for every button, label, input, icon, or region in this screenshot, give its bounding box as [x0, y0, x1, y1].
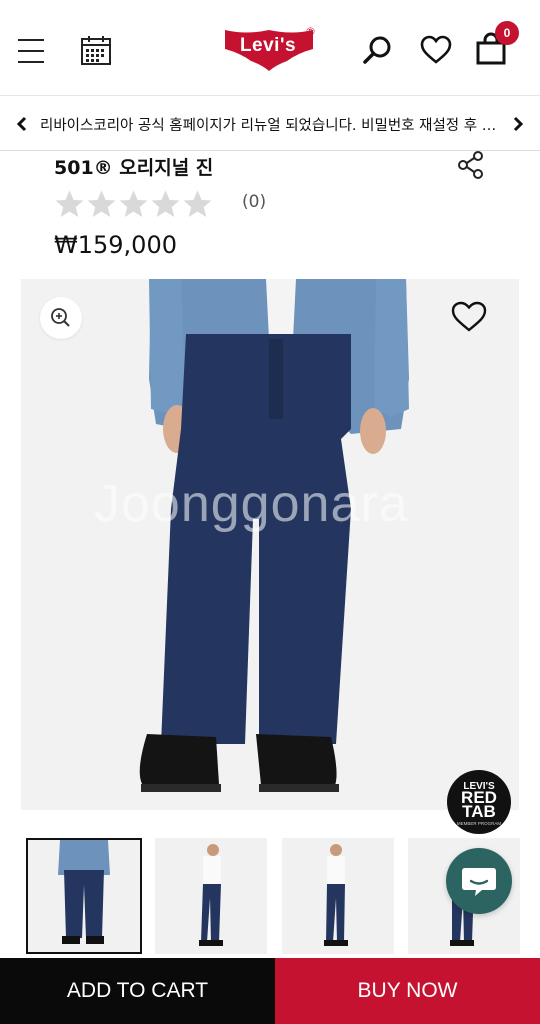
star-icon	[183, 190, 212, 217]
cart-count-badge[interactable]: 0	[495, 21, 519, 45]
hamburger-menu-icon[interactable]	[18, 38, 44, 64]
thumbnail-image	[155, 838, 267, 954]
product-price: ₩159,000	[54, 231, 177, 259]
chevron-left-icon[interactable]	[14, 115, 30, 133]
zoom-in-icon	[51, 308, 70, 327]
thumbnail-front[interactable]	[26, 838, 142, 954]
star-icon	[119, 190, 148, 217]
badge-line3: TAB	[462, 802, 496, 821]
thumbnail-side-2[interactable]	[282, 838, 394, 954]
site-header: Levi's ® 0	[0, 0, 540, 96]
badge-line4: MEMBER PROGRAM	[456, 821, 502, 826]
add-to-cart-button[interactable]: ADD TO CART	[0, 958, 275, 1024]
heart-outline-icon[interactable]	[450, 300, 488, 334]
star-rating[interactable]	[54, 189, 214, 219]
chat-button[interactable]	[446, 848, 512, 914]
star-icon	[55, 190, 84, 217]
registered-mark: ®	[305, 25, 316, 38]
red-tab-badge[interactable]: LEVI'S RED TAB MEMBER PROGRAM	[447, 770, 511, 834]
thumbnail-image	[28, 840, 140, 952]
heart-icon[interactable]	[420, 35, 452, 65]
levis-logo[interactable]: Levi's ®	[224, 25, 316, 73]
announcement-bar: 리바이스코리아 공식 홈페이지가 리뉴얼 되었습니다. 비밀번호 재설정 후 이…	[0, 97, 540, 151]
logo-text: Levi's	[239, 35, 297, 56]
thumbnail-image	[282, 838, 394, 954]
review-count[interactable]: (0)	[242, 192, 266, 212]
star-icon	[87, 190, 116, 217]
model-photo	[21, 279, 519, 810]
calendar-icon[interactable]	[80, 34, 112, 66]
product-title: 501® 오리지널 진	[54, 157, 214, 179]
announcement-text[interactable]: 리바이스코리아 공식 홈페이지가 리뉴얼 되었습니다. 비밀번호 재설정 후 이…	[40, 114, 500, 135]
star-icon	[151, 190, 180, 217]
chevron-right-icon[interactable]	[510, 115, 526, 133]
search-icon[interactable]	[362, 34, 394, 66]
product-main-image[interactable]	[21, 279, 519, 810]
zoom-button[interactable]	[40, 297, 82, 339]
share-icon[interactable]	[454, 150, 486, 180]
buy-now-button[interactable]: BUY NOW	[275, 958, 540, 1024]
chat-bubble-icon	[462, 868, 496, 896]
thumbnail-side[interactable]	[155, 838, 267, 954]
